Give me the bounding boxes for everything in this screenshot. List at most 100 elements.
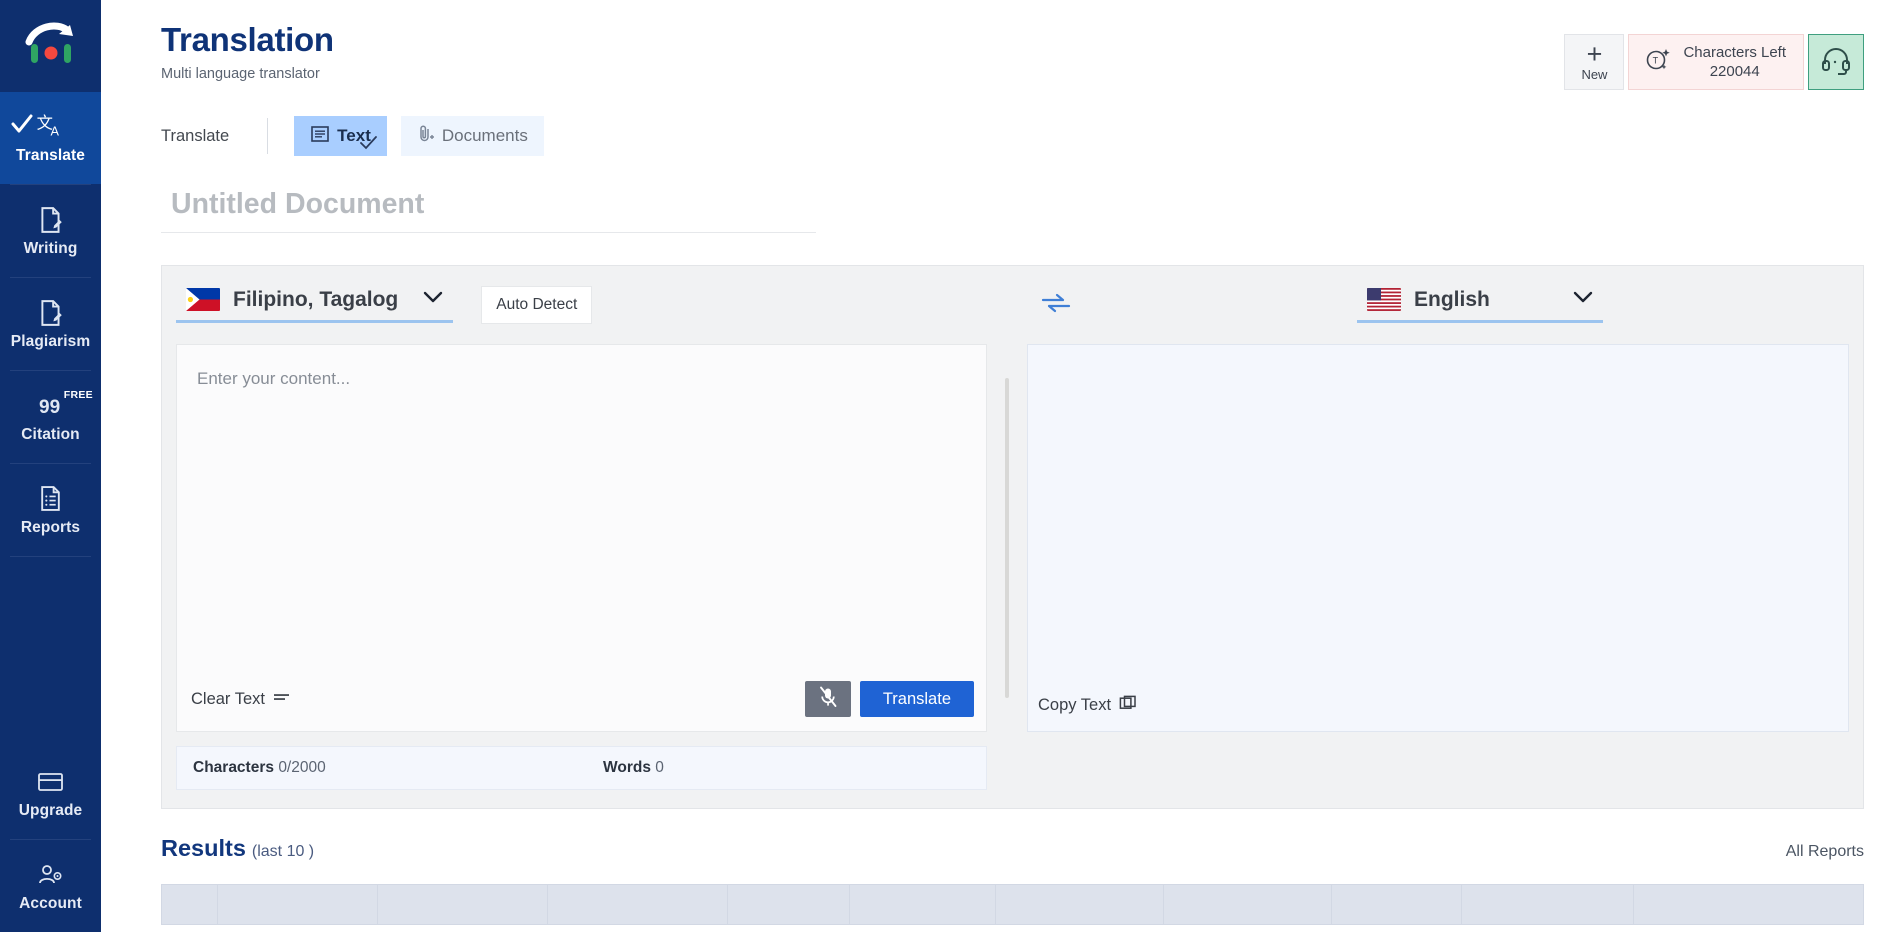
source-language-select[interactable]: Filipino, Tagalog: [176, 287, 454, 323]
trinka-logo-icon: [25, 22, 73, 63]
document-title-input[interactable]: [161, 188, 816, 233]
sidebar-item-account[interactable]: Account: [0, 840, 101, 932]
header-actions: + New T Characters Left 220044: [1564, 34, 1864, 90]
character-count-value: 0/2000: [278, 759, 326, 776]
copy-icon: [1119, 694, 1137, 717]
results-col-6: [995, 884, 1164, 925]
support-button[interactable]: [1808, 34, 1864, 90]
target-language-select[interactable]: English: [1357, 288, 1603, 323]
text-credits-icon: T: [1643, 45, 1673, 80]
characters-left-label: Characters Left: [1683, 43, 1786, 61]
results-title-text: Results: [161, 835, 246, 861]
word-count-label: Words: [603, 759, 651, 776]
tabs-label: Translate: [161, 126, 230, 145]
results-col-4: [727, 884, 850, 925]
sidebar-item-upgrade[interactable]: Upgrade: [0, 747, 101, 839]
target-language-area: English: [1111, 288, 1849, 323]
sidebar-item-citation[interactable]: FREE 99 Citation: [0, 371, 101, 463]
sidebar-label-citation: Citation: [21, 425, 80, 443]
account-settings-icon: [37, 860, 64, 890]
sidebar-item-reports[interactable]: Reports: [0, 464, 101, 556]
sidebar-label-upgrade: Upgrade: [18, 801, 83, 819]
target-pane-footer: Copy Text: [1028, 684, 1848, 731]
sidebar-label-reports: Reports: [20, 518, 81, 536]
app-root: 文 A Translate Writing Plagiarism FREE 99…: [0, 0, 1898, 932]
new-button[interactable]: + New: [1564, 34, 1625, 90]
all-reports-link[interactable]: All Reports: [1786, 843, 1864, 861]
word-count-value: 0: [655, 759, 664, 776]
swap-languages-button[interactable]: [1001, 290, 1111, 321]
target-output-area[interactable]: [1028, 345, 1848, 684]
results-col-1: [217, 884, 378, 925]
results-table: [161, 884, 1864, 925]
translator-card: Filipino, Tagalog Auto Detect English En…: [161, 265, 1864, 809]
citation-free-badge: FREE: [63, 389, 93, 401]
sidebar-label-translate: Translate: [16, 146, 85, 164]
source-textarea[interactable]: [177, 345, 986, 671]
credit-card-icon: [37, 767, 64, 797]
sidebar-label-writing: Writing: [23, 239, 78, 257]
swap-arrows-icon: [1040, 290, 1072, 321]
new-button-label: New: [1581, 66, 1608, 82]
characters-left-text: Characters Left 220044: [1683, 43, 1786, 81]
tab-documents-label: Documents: [441, 126, 528, 145]
translate-icon: 文 A: [36, 112, 65, 142]
svg-text:A: A: [51, 125, 60, 139]
sidebar-item-translate[interactable]: 文 A Translate: [0, 92, 101, 184]
sidebar: 文 A Translate Writing Plagiarism FREE 99…: [0, 0, 101, 932]
document-title-wrap: [101, 156, 1898, 233]
main-content: Translation Multi language translator + …: [101, 0, 1898, 932]
target-pane: Copy Text: [1027, 344, 1849, 732]
counts-row: Characters 0/2000 Words 0: [176, 746, 987, 790]
mic-off-icon: [818, 686, 838, 713]
pane-divider-handle[interactable]: [1005, 378, 1009, 698]
tab-documents[interactable]: Documents: [400, 116, 544, 156]
results-col-10: [1633, 884, 1864, 925]
headset-icon: [1820, 45, 1852, 80]
results-col-2: [377, 884, 548, 925]
check-icon: [359, 135, 377, 155]
results-header: Results (last 10 ) All Reports: [161, 835, 1864, 862]
target-language-label: English: [1414, 287, 1490, 311]
results-title: Results (last 10 ): [161, 835, 314, 862]
sidebar-item-writing[interactable]: Writing: [0, 185, 101, 277]
attachment-icon: [417, 124, 435, 149]
translator-panes: Clear Text: [162, 344, 1863, 732]
app-logo[interactable]: [0, 0, 101, 92]
character-count: Characters 0/2000: [193, 759, 603, 777]
copy-text-button[interactable]: Copy Text: [1038, 694, 1836, 717]
clear-text-button[interactable]: Clear Text: [191, 690, 291, 709]
card-bottom-padding: [162, 790, 1863, 808]
report-icon: [38, 484, 63, 514]
quote-icon: 99: [38, 391, 64, 421]
sidebar-label-plagiarism: Plagiarism: [10, 332, 91, 350]
source-language-label: Filipino, Tagalog: [233, 287, 399, 311]
page-title: Translation: [161, 21, 334, 58]
tabs-divider: [267, 118, 269, 154]
plus-icon: +: [1586, 38, 1603, 69]
page-title-block: Translation Multi language translator: [161, 21, 334, 82]
results-col-5: [849, 884, 996, 925]
auto-detect-button[interactable]: Auto Detect: [481, 286, 593, 324]
translate-button[interactable]: Translate: [859, 681, 974, 717]
tabs-row: Translate Text Documents: [101, 90, 1898, 156]
document-edit-icon: [38, 205, 64, 235]
characters-left-button[interactable]: T Characters Left 220044: [1628, 34, 1804, 90]
characters-left-value: 220044: [1709, 63, 1760, 80]
page-header: Translation Multi language translator + …: [101, 0, 1898, 90]
copy-text-label: Copy Text: [1038, 696, 1112, 714]
sidebar-item-plagiarism[interactable]: Plagiarism: [0, 278, 101, 370]
page-subtitle: Multi language translator: [161, 65, 320, 82]
document-edit-icon: [38, 298, 64, 328]
language-row: Filipino, Tagalog Auto Detect English: [162, 266, 1863, 344]
results-col-0: [161, 884, 218, 925]
results-col-7: [1163, 884, 1332, 925]
tab-text[interactable]: Text: [294, 116, 387, 156]
chevron-down-icon: [1573, 290, 1593, 309]
word-count: Words 0: [603, 759, 664, 777]
text-lines-icon: [310, 124, 330, 149]
results-subtitle: (last 10 ): [251, 843, 315, 860]
results-col-3: [547, 884, 728, 925]
microphone-off-button[interactable]: [804, 681, 851, 717]
